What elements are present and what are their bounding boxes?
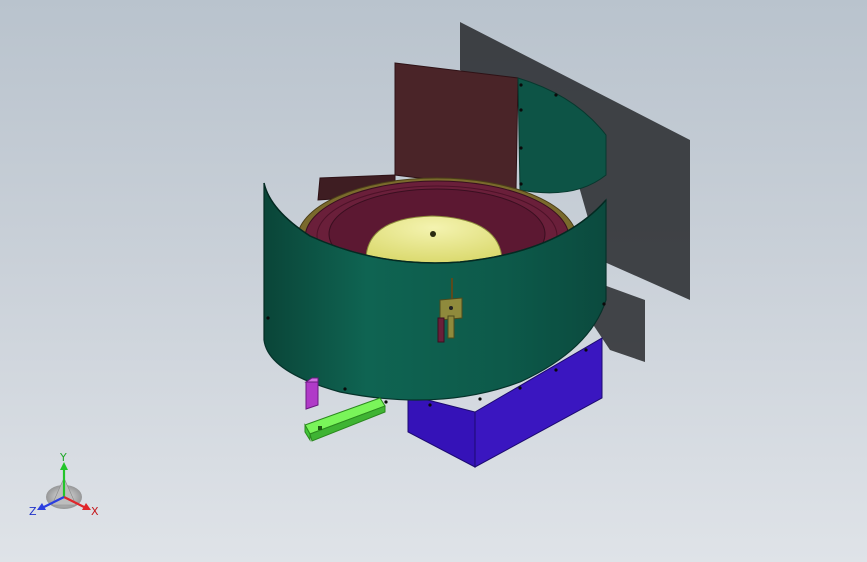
mount-bracket[interactable] <box>304 377 319 410</box>
z-axis-label: Z <box>29 505 37 518</box>
coordinate-triad: Y X Z <box>29 451 99 518</box>
model-canvas[interactable]: Y X Z <box>0 0 867 562</box>
y-axis-label: Y <box>59 451 67 464</box>
x-axis-label: X <box>91 505 99 518</box>
3d-model-viewport[interactable]: Y X Z <box>0 0 867 562</box>
